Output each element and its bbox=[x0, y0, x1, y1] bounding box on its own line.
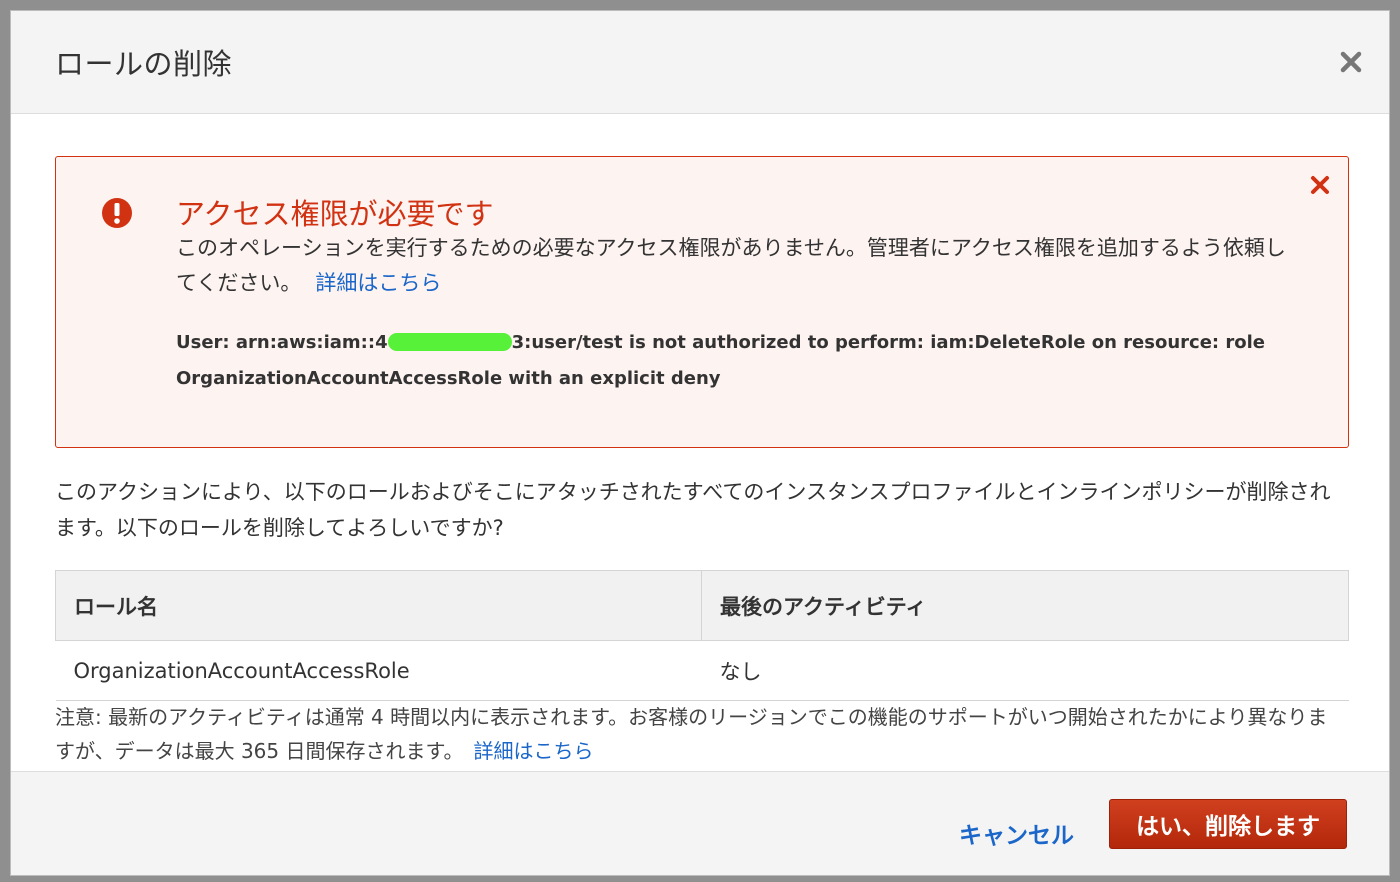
cell-last-activity: なし bbox=[701, 640, 1349, 701]
exclamation-circle-icon bbox=[100, 196, 134, 230]
table-header-row: ロール名 最後のアクティビティ bbox=[55, 570, 1349, 641]
cell-role-name: OrganizationAccountAccessRole bbox=[55, 640, 702, 701]
column-header-last-activity: 最後のアクティビティ bbox=[701, 570, 1349, 641]
dialog-title: ロールの削除 bbox=[55, 47, 233, 81]
alert-error-detail: User: arn:aws:iam::4 3:user/test is not a… bbox=[176, 325, 1276, 397]
confirm-delete-button[interactable]: はい、削除します bbox=[1109, 799, 1347, 849]
redacted-account-id bbox=[387, 333, 512, 351]
error-text-prefix: User: arn:aws:iam::4 bbox=[176, 332, 388, 353]
note-details-link[interactable]: 詳細はこちら bbox=[474, 739, 594, 763]
alert-title: アクセス権限が必要です bbox=[176, 197, 494, 231]
error-alert: アクセス権限が必要です このオペレーションを実行するための必要なアクセス権限があ… bbox=[55, 156, 1349, 448]
close-icon[interactable] bbox=[1337, 48, 1365, 76]
dialog-footer: キャンセル はい、削除します bbox=[11, 771, 1389, 875]
alert-message: このオペレーションを実行するための必要なアクセス権限がありません。管理者にアクセ… bbox=[176, 231, 1296, 301]
activity-note: 注意: 最新のアクティビティは通常 4 時間以内に表示されます。お客様のリージョ… bbox=[55, 700, 1345, 768]
cancel-button[interactable]: キャンセル bbox=[959, 816, 1074, 850]
confirmation-text: このアクションにより、以下のロールおよびそこにアタッチされたすべてのインスタンス… bbox=[55, 480, 1331, 540]
alert-details-link[interactable]: 詳細はこちら bbox=[315, 271, 441, 295]
delete-role-dialog: ロールの削除 アクセス権限が必要です このオペレーションを実行するための必要なア… bbox=[10, 10, 1390, 876]
roles-table: ロール名 最後のアクティビティ OrganizationAccountAcces… bbox=[55, 570, 1349, 701]
dialog-header: ロールの削除 bbox=[11, 11, 1389, 114]
column-header-role-name: ロール名 bbox=[55, 570, 702, 641]
alert-dismiss-icon[interactable] bbox=[1308, 173, 1332, 197]
note-text: 注意: 最新のアクティビティは通常 4 時間以内に表示されます。お客様のリージョ… bbox=[55, 705, 1328, 763]
table-row: OrganizationAccountAccessRole なし bbox=[55, 640, 1349, 701]
